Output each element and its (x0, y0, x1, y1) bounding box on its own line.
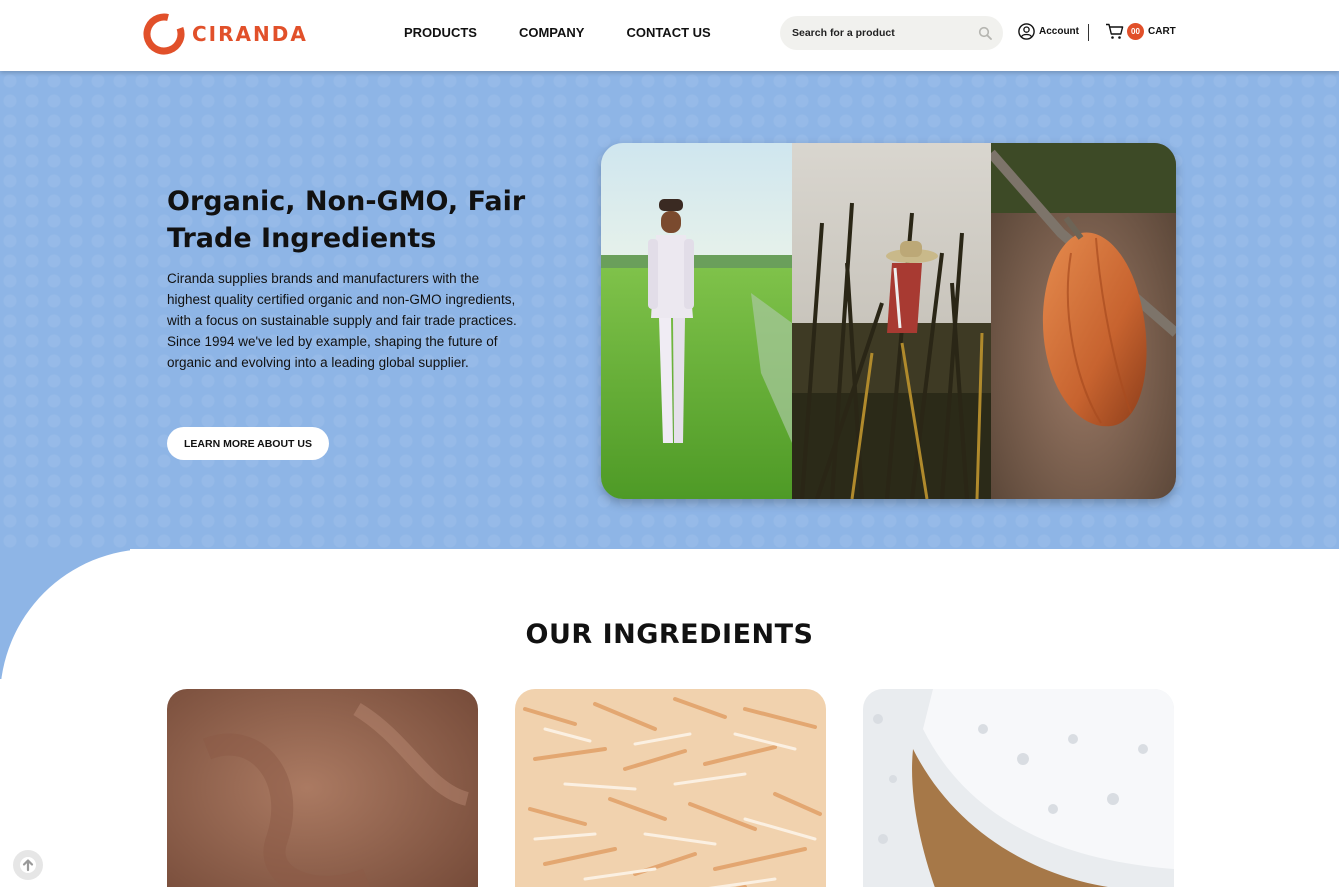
ingredient-card-coconut[interactable] (515, 689, 826, 887)
ingredient-card-cocoa[interactable] (167, 689, 478, 887)
nav-products[interactable]: PRODUCTS (404, 25, 477, 40)
brand-logo[interactable]: CIRANDA (142, 12, 308, 56)
toasted-coconut-image (515, 689, 826, 887)
cart-link[interactable]: 00 CART (1105, 23, 1176, 40)
cart-count-badge: 00 (1127, 23, 1144, 40)
search-input[interactable] (792, 16, 972, 50)
hero-title: Organic, Non-GMO, Fair Trade Ingredients (167, 186, 526, 254)
search-icon[interactable] (978, 26, 992, 40)
hero-image-collage (601, 143, 1176, 499)
cane-farmer-photo (792, 143, 991, 499)
back-to-top-button[interactable] (13, 850, 43, 880)
site-header: CIRANDA PRODUCTS COMPANY CONTACT US Acco… (0, 0, 1339, 71)
hero-description: Ciranda supplies brands and manufacturer… (167, 271, 517, 370)
nav-contact-us[interactable]: CONTACT US (626, 25, 710, 40)
nav-company[interactable]: COMPANY (519, 25, 584, 40)
learn-more-button[interactable]: LEARN MORE ABOUT US (167, 427, 329, 460)
cart-icon (1106, 23, 1124, 39)
header-divider (1088, 24, 1089, 41)
main-nav: PRODUCTS COMPANY CONTACT US (404, 25, 753, 40)
ingredient-card-sugar[interactable] (863, 689, 1174, 887)
brand-name: CIRANDA (192, 22, 308, 46)
farmer-photo (601, 143, 792, 499)
cacao-pod-photo (991, 143, 1176, 499)
account-label: Account (1039, 26, 1079, 37)
cocoa-powder-image (167, 689, 478, 887)
sugar-bowl-image (863, 689, 1174, 887)
cart-label: CART (1148, 26, 1176, 37)
account-link[interactable]: Account (1018, 23, 1079, 40)
ingredients-title: OUR INGREDIENTS (525, 619, 814, 650)
arrow-up-circle-icon (20, 857, 36, 873)
user-circle-icon (1018, 23, 1035, 40)
hero-section: Organic, Non-GMO, Fair Trade Ingredients… (0, 71, 1339, 549)
search-bar (780, 16, 1003, 50)
ciranda-logo-icon (143, 13, 185, 55)
